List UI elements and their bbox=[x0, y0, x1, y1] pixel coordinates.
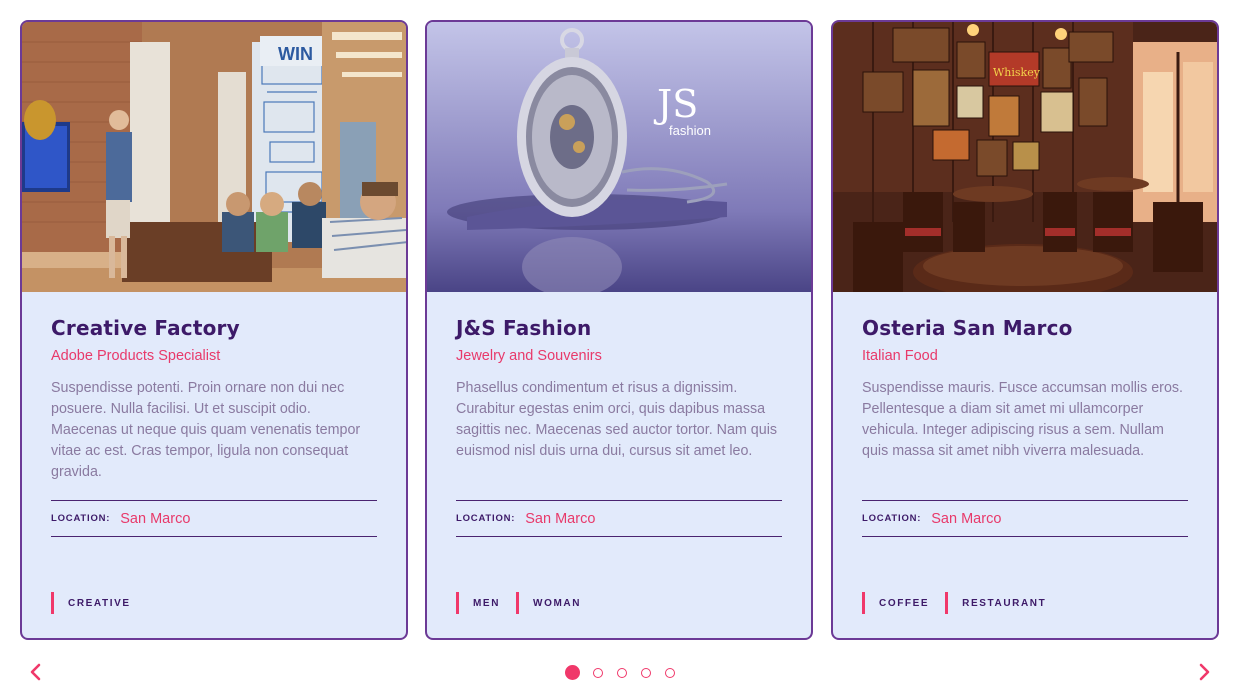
pagination-dot[interactable] bbox=[565, 665, 580, 680]
pocket-watch-photo: JS fashion bbox=[427, 22, 811, 292]
card-title[interactable]: J&S Fashion bbox=[456, 316, 782, 340]
location-value[interactable]: San Marco bbox=[120, 511, 190, 527]
card-tags: CREATIVE bbox=[51, 592, 147, 614]
card-description: Suspendisse potenti. Proin ornare non du… bbox=[51, 380, 361, 480]
tag[interactable]: MEN bbox=[456, 592, 500, 614]
card-subtitle: Adobe Products Specialist bbox=[51, 348, 221, 364]
office-illustration: WIN bbox=[22, 22, 406, 292]
card-location: LOCATION: San Marco bbox=[51, 500, 377, 537]
business-card[interactable]: WIN Creative Factory Adobe Products Spec… bbox=[20, 20, 408, 640]
restaurant-illustration: Whiskey bbox=[833, 22, 1217, 292]
carousel-next-button[interactable] bbox=[1193, 660, 1215, 684]
pagination-dot[interactable] bbox=[641, 668, 651, 678]
pagination-dot[interactable] bbox=[593, 668, 603, 678]
card-location: LOCATION: San Marco bbox=[456, 500, 782, 537]
chevron-right-icon bbox=[1199, 663, 1210, 681]
location-value[interactable]: San Marco bbox=[525, 511, 595, 527]
restaurant-photo: Whiskey bbox=[833, 22, 1217, 292]
carousel-pagination bbox=[563, 664, 683, 682]
card-body: J&S Fashion Jewelry and Souvenirs Phasel… bbox=[456, 316, 782, 537]
location-label: LOCATION: bbox=[456, 513, 516, 524]
location-value[interactable]: San Marco bbox=[931, 511, 1001, 527]
svg-text:fashion: fashion bbox=[669, 123, 711, 138]
card-tags: COFFEE RESTAURANT bbox=[862, 592, 1062, 614]
card-description: Phasellus condimentum et risus a digniss… bbox=[456, 380, 778, 459]
pagination-dot[interactable] bbox=[617, 668, 627, 678]
location-label: LOCATION: bbox=[862, 513, 922, 524]
business-card[interactable]: Whiskey Osteria San Marco Italian Food S… bbox=[831, 20, 1219, 640]
office-photo: WIN bbox=[22, 22, 406, 292]
card-subtitle: Jewelry and Souvenirs bbox=[456, 348, 602, 364]
watch-illustration: JS fashion bbox=[427, 22, 811, 292]
card-title[interactable]: Creative Factory bbox=[51, 316, 377, 340]
carousel-prev-button[interactable] bbox=[25, 660, 47, 684]
card-body: Osteria San Marco Italian Food Suspendis… bbox=[862, 316, 1188, 537]
card-carousel: WIN Creative Factory Adobe Products Spec… bbox=[20, 20, 1219, 640]
svg-text:Whiskey: Whiskey bbox=[993, 66, 1041, 79]
card-tags: MEN WOMAN bbox=[456, 592, 597, 614]
location-label: LOCATION: bbox=[51, 513, 111, 524]
card-title[interactable]: Osteria San Marco bbox=[862, 316, 1188, 340]
card-body: Creative Factory Adobe Products Speciali… bbox=[51, 316, 377, 537]
tag[interactable]: RESTAURANT bbox=[945, 592, 1046, 614]
card-description: Suspendisse mauris. Fusce accumsan molli… bbox=[862, 380, 1184, 459]
card-subtitle: Italian Food bbox=[862, 348, 938, 364]
chevron-left-icon bbox=[30, 663, 41, 681]
tag[interactable]: CREATIVE bbox=[51, 592, 131, 614]
tag[interactable]: WOMAN bbox=[516, 592, 581, 614]
svg-text:JS: JS bbox=[653, 82, 698, 126]
svg-text:WIN: WIN bbox=[278, 44, 313, 64]
pagination-dot[interactable] bbox=[665, 668, 675, 678]
card-location: LOCATION: San Marco bbox=[862, 500, 1188, 537]
business-card[interactable]: JS fashion J&S Fashion Jewelry and Souve… bbox=[425, 20, 813, 640]
tag[interactable]: COFFEE bbox=[862, 592, 929, 614]
